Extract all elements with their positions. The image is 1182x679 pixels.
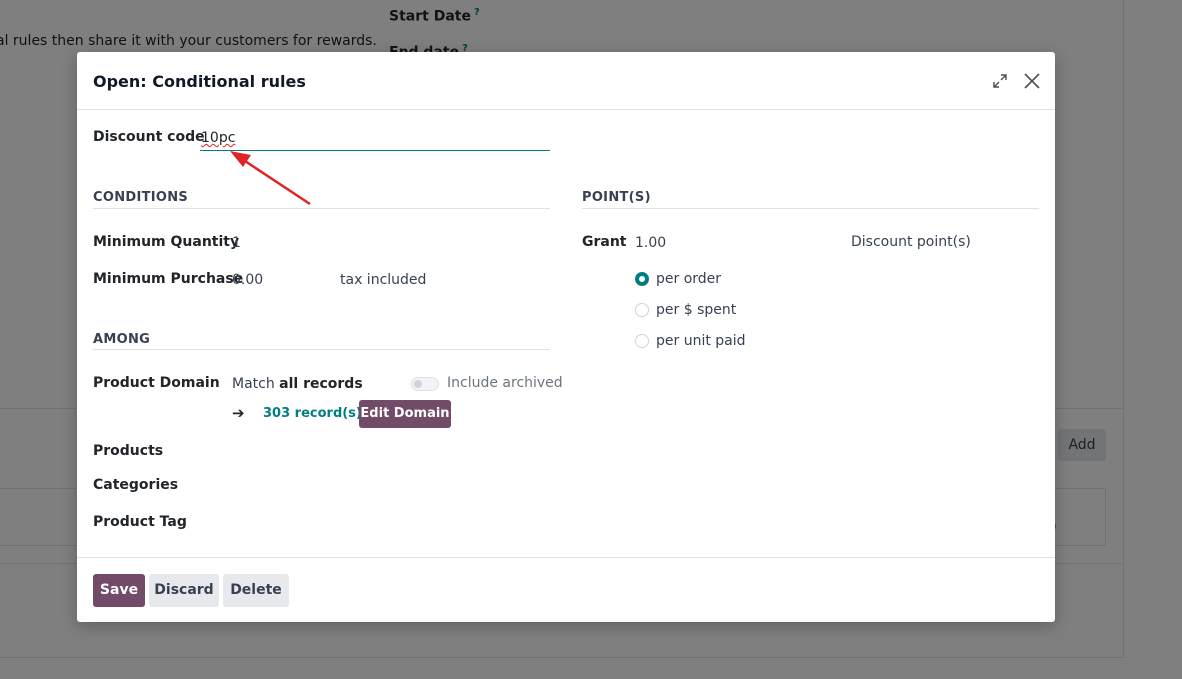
toggle-knob: [414, 380, 422, 388]
include-archived-label[interactable]: Include archived: [447, 375, 563, 391]
records-count-link[interactable]: 303 record(s): [263, 406, 362, 421]
close-icon[interactable]: [1021, 70, 1043, 92]
radio-per-order-label[interactable]: per order: [656, 271, 721, 287]
min-quantity-label: Minimum Quantity: [93, 234, 240, 250]
grant-label: Grant: [582, 234, 627, 250]
conditions-section-title: CONDITIONS: [93, 190, 189, 205]
discount-code-value[interactable]: 10pc: [201, 130, 235, 146]
radio-per-money-spent[interactable]: [635, 303, 649, 317]
points-unit-label: Discount point(s): [851, 234, 971, 250]
include-archived-toggle[interactable]: [411, 377, 439, 391]
dialog-title: Open: Conditional rules: [93, 72, 306, 91]
among-section-title: AMONG: [93, 332, 151, 347]
products-label: Products: [93, 443, 164, 459]
radio-per-unit-paid[interactable]: [635, 334, 649, 348]
conditional-rules-dialog: Open: Conditional rules Discount code 10…: [77, 52, 1055, 622]
conditions-divider: [93, 208, 550, 209]
categories-label: Categories: [93, 477, 179, 493]
domain-match-text: Match all records: [232, 376, 363, 392]
radio-per-order[interactable]: [635, 272, 649, 286]
among-divider: [93, 349, 550, 350]
edit-domain-button[interactable]: Edit Domain: [359, 400, 451, 428]
arrow-right-icon: ➔: [232, 404, 245, 422]
delete-button[interactable]: Delete: [223, 574, 289, 607]
dialog-header: Open: Conditional rules: [77, 52, 1055, 110]
radio-per-unit-paid-label[interactable]: per unit paid: [656, 333, 746, 349]
match-prefix: Match: [232, 376, 275, 392]
tax-mode-select[interactable]: tax included: [340, 272, 426, 288]
min-purchase-label: Minimum Purchase: [93, 271, 244, 287]
min-purchase-field[interactable]: 0.00: [232, 272, 263, 288]
dialog-footer: Save Discard Delete: [77, 557, 1055, 622]
save-button[interactable]: Save: [93, 574, 145, 607]
radio-per-money-spent-label[interactable]: per $ spent: [656, 302, 736, 318]
grant-points-field[interactable]: 1.00: [635, 235, 666, 251]
product-tag-label: Product Tag: [93, 514, 187, 530]
product-domain-label: Product Domain: [93, 375, 220, 391]
discount-code-field[interactable]: [200, 127, 550, 151]
expand-icon[interactable]: [989, 70, 1011, 92]
points-divider: [582, 208, 1039, 209]
min-quantity-field[interactable]: 1: [232, 235, 241, 251]
match-scope: all records: [279, 376, 363, 392]
discard-button[interactable]: Discard: [149, 574, 219, 607]
discount-code-label: Discount code: [93, 129, 205, 145]
points-section-title: POINT(S): [582, 190, 651, 205]
